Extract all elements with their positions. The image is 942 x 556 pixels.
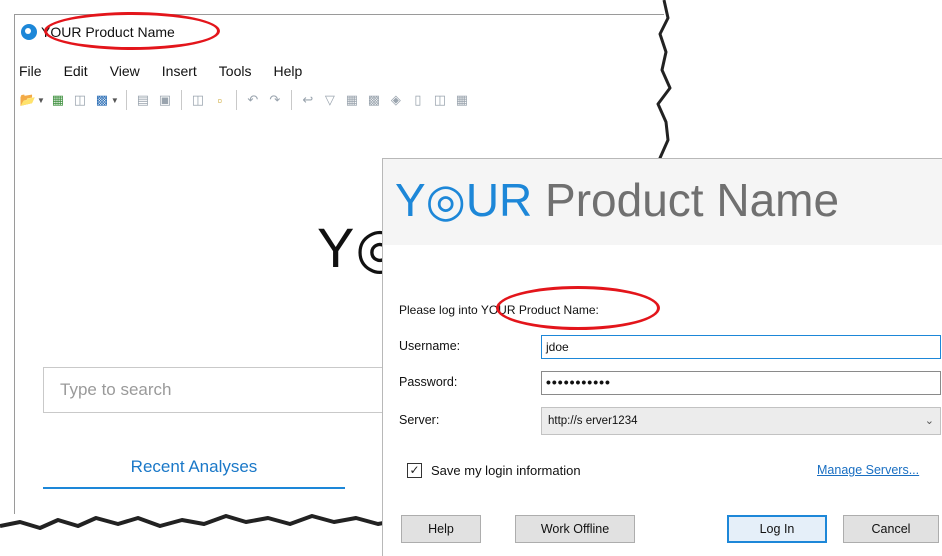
menu-view[interactable]: View [106, 63, 150, 83]
dialog-header: Y◎UR Product Name [383, 159, 942, 245]
menu-file[interactable]: File [15, 63, 52, 83]
redo-icon[interactable]: ↷ [266, 91, 284, 109]
server-label: Server: [399, 413, 440, 427]
back-icon[interactable]: ↩ [299, 91, 317, 109]
toolbar-separator [290, 90, 292, 110]
work-offline-button[interactable]: Work Offline [515, 515, 635, 543]
save-icon[interactable]: ▩ [93, 91, 111, 109]
dialog-title: Y◎UR Product Name [395, 173, 839, 227]
save-login-label[interactable]: Save my login information [431, 463, 581, 478]
save-login-checkbox[interactable]: ✓ [407, 463, 422, 478]
username-field[interactable]: jdoe [541, 335, 941, 359]
login-dialog: Y◎UR Product Name Please log into YOUR P… [382, 158, 942, 556]
title-bar: YOUR Product Name [15, 15, 664, 49]
table-icon[interactable]: ▦ [343, 91, 361, 109]
book-icon[interactable]: ▯ [409, 91, 427, 109]
dialog-title-brand: Y◎UR [395, 174, 533, 226]
toolbar-separator [235, 90, 237, 110]
paste-icon[interactable]: ▫ [211, 91, 229, 109]
add-data-icon[interactable]: ▦ [49, 91, 67, 109]
login-prompt: Please log into YOUR Product Name: [399, 303, 599, 317]
layers-icon[interactable]: ◫ [431, 91, 449, 109]
menu-help[interactable]: Help [269, 63, 312, 83]
menu-bar: File Edit View Insert Tools Help [15, 63, 320, 83]
server-select[interactable]: http://s erver1234 ⌄ [541, 407, 941, 435]
chart-icon[interactable]: ▩ [365, 91, 383, 109]
search-input[interactable]: Type to search [43, 367, 403, 413]
grid-icon[interactable]: ▦ [453, 91, 471, 109]
cancel-button[interactable]: Cancel [843, 515, 939, 543]
help-button[interactable]: Help [401, 515, 481, 543]
tab-recent-analyses[interactable]: Recent Analyses [43, 457, 345, 489]
menu-edit[interactable]: Edit [60, 63, 98, 83]
print-icon[interactable]: ▤ [134, 91, 152, 109]
menu-tools[interactable]: Tools [215, 63, 262, 83]
preview-icon[interactable]: ▣ [156, 91, 174, 109]
dialog-title-rest: Product Name [532, 174, 840, 226]
login-button[interactable]: Log In [727, 515, 827, 543]
checkmark-icon: ✓ [409, 463, 420, 477]
open-folder-icon[interactable]: 📂 [19, 91, 37, 109]
toolbar-separator [180, 90, 182, 110]
filter-icon[interactable]: ▽ [321, 91, 339, 109]
dropdown-arrow-icon[interactable]: ▼ [37, 96, 45, 105]
username-label: Username: [399, 339, 461, 353]
dropdown-arrow-icon[interactable]: ▼ [111, 96, 119, 105]
undo-icon[interactable]: ↶ [244, 91, 262, 109]
password-field[interactable]: ••••••••••• [541, 371, 941, 395]
password-label: Password: [399, 375, 458, 389]
app-logo-icon [21, 24, 37, 40]
window-title: YOUR Product Name [41, 24, 175, 40]
toolbar-separator [125, 90, 127, 110]
server-value: http://s erver1234 [548, 415, 638, 427]
manage-servers-link[interactable]: Manage Servers... [817, 463, 919, 477]
menu-insert[interactable]: Insert [158, 63, 207, 83]
toolbar: 📂 ▼ ▦ ◫ ▩ ▼ ▤ ▣ ◫ ▫ ↶ ↷ ↩ ▽ ▦ ▩ ◈ ▯ ◫ ▦ [19, 87, 659, 113]
tag-icon[interactable]: ◈ [387, 91, 405, 109]
copy-icon[interactable]: ◫ [189, 91, 207, 109]
chevron-down-icon[interactable]: ⌄ [925, 414, 934, 427]
copy-icon[interactable]: ◫ [71, 91, 89, 109]
